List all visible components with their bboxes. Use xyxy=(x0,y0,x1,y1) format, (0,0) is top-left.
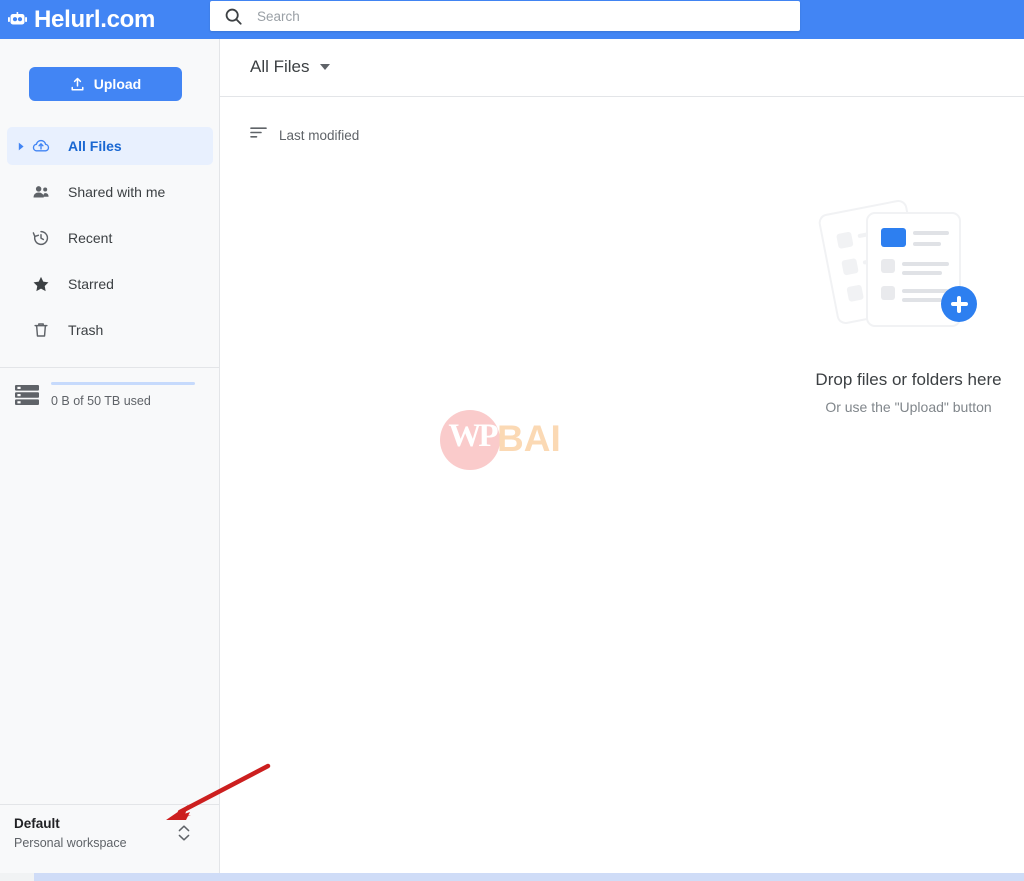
main-content: All Files Last modified Drop files or fo… xyxy=(220,39,1024,873)
clock-history-icon xyxy=(31,228,51,248)
sidebar-item-label: Starred xyxy=(68,276,114,292)
sidebar-item-all-files[interactable]: All Files xyxy=(7,127,213,165)
star-icon xyxy=(31,274,51,294)
main-header: All Files xyxy=(220,39,1024,97)
sidebar-item-label: All Files xyxy=(68,138,122,154)
brand-logo[interactable]: Helurl.com xyxy=(8,0,155,39)
search-bar[interactable] xyxy=(210,1,800,31)
storage-usage-text: 0 B of 50 TB used xyxy=(51,394,151,408)
server-storage-icon xyxy=(14,383,40,407)
sidebar-item-shared-with-me[interactable]: Shared with me xyxy=(7,173,213,211)
chevron-down-icon[interactable] xyxy=(319,64,330,70)
sidebar-item-trash[interactable]: Trash xyxy=(7,311,213,349)
chevron-right-icon[interactable] xyxy=(14,142,28,151)
empty-state-subtitle: Or use the "Upload" button xyxy=(825,399,992,415)
empty-state: Drop files or folders here Or use the "U… xyxy=(791,194,1024,415)
top-header-bar: Helurl.com xyxy=(0,0,1024,39)
thumbnail-block xyxy=(881,228,906,247)
app-window: Helurl.com Upload xyxy=(0,0,1024,881)
upload-icon xyxy=(70,77,85,92)
workspace-name: Default xyxy=(14,816,60,832)
sidebar-divider xyxy=(0,367,219,368)
sidebar-item-starred[interactable]: Starred xyxy=(7,265,213,303)
sidebar-item-label: Trash xyxy=(68,322,104,338)
robot-logo-icon xyxy=(8,12,27,27)
workspace-switcher[interactable]: Default Personal workspace xyxy=(0,805,219,861)
empty-state-title: Drop files or folders here xyxy=(815,370,1002,389)
workspace-text: Default Personal workspace xyxy=(14,814,127,852)
documents-with-plus-illustration xyxy=(791,194,1024,354)
people-icon xyxy=(31,182,51,202)
breadcrumb[interactable]: All Files xyxy=(250,57,330,77)
workspace-subtitle: Personal workspace xyxy=(14,835,127,850)
sort-control[interactable]: Last modified xyxy=(250,126,359,144)
sidebar-nav: All Files Shared with me Recent Starred … xyxy=(0,127,220,357)
sidebar-item-label: Shared with me xyxy=(68,184,166,200)
search-icon xyxy=(224,7,243,26)
sidebar-item-label: Recent xyxy=(68,230,113,246)
upload-button[interactable]: Upload xyxy=(29,67,182,101)
upload-button-label: Upload xyxy=(93,76,142,92)
bottom-scrollbar-strip[interactable] xyxy=(0,873,1024,881)
brand-name: Helurl.com xyxy=(34,5,156,33)
search-input[interactable] xyxy=(257,3,800,29)
sidebar: Upload All Files Shared with me Recent S… xyxy=(0,39,220,873)
sort-descending-icon xyxy=(250,126,267,144)
chevron-up-down-icon[interactable] xyxy=(176,821,192,845)
scrollbar-left-pad xyxy=(0,873,34,881)
storage-indicator[interactable]: 0 B of 50 TB used xyxy=(0,382,220,408)
breadcrumb-label: All Files xyxy=(250,57,310,76)
plus-circle-icon xyxy=(941,286,977,322)
trash-icon xyxy=(31,320,51,340)
cloud-upload-icon xyxy=(31,136,51,156)
sort-label: Last modified xyxy=(279,127,360,143)
storage-progress-bar xyxy=(51,382,195,385)
sidebar-item-recent[interactable]: Recent xyxy=(7,219,213,257)
storage-details: 0 B of 50 TB used xyxy=(51,382,199,408)
